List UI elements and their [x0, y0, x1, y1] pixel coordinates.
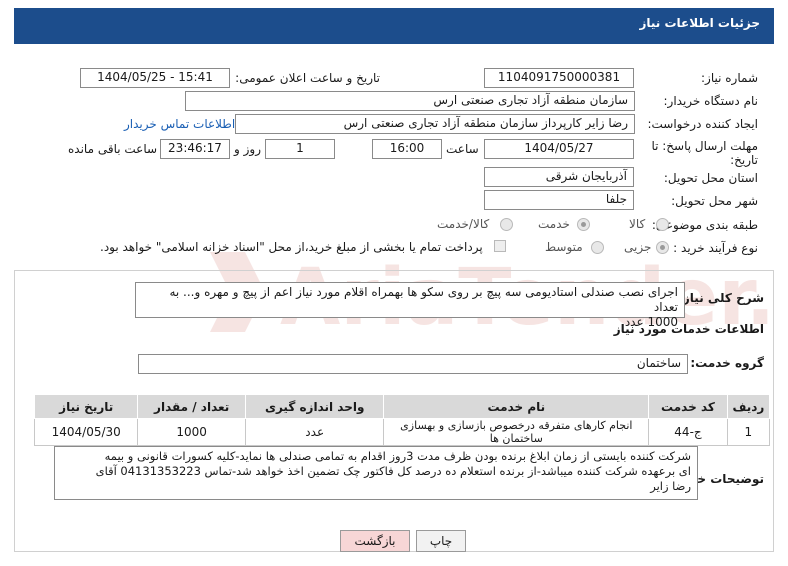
cell-date: 1404/05/30 — [33, 418, 139, 446]
page-title: جزئیات اطلاعات نیاز — [639, 16, 760, 30]
deadline-label: مهلت ارسال پاسخ: تا — [651, 139, 758, 153]
category-radio-both[interactable] — [500, 218, 513, 231]
city-label: شهر محل تحویل: — [671, 194, 758, 208]
cell-code: ج-44 — [648, 418, 728, 446]
remaining-time-field[interactable]: 23:46:17 — [160, 139, 230, 159]
col-name: نام خدمت — [383, 394, 650, 419]
summary-line-1: اجرای نصب صندلی استادیومی سه پیچ بر روی … — [169, 285, 678, 314]
category-option-service: خدمت — [538, 217, 570, 231]
announce-field[interactable]: 1404/05/25 - 15:41 — [80, 68, 230, 88]
creator-field[interactable]: رضا زایر کارپرداز سازمان منطقه آزاد تجار… — [235, 114, 635, 134]
service-group-field[interactable]: ساختمان — [138, 354, 688, 374]
need-number-field[interactable]: 1104091750000381 — [484, 68, 634, 88]
days-label: روز و — [234, 142, 261, 156]
col-row: ردیف — [726, 394, 771, 419]
process-radio-medium[interactable] — [591, 241, 604, 254]
remaining-label: ساعت باقی مانده — [68, 142, 158, 156]
buyer-notes-line-1: شرکت کننده بایستی از زمان ابلاغ برنده بو… — [104, 449, 691, 463]
process-option-medium: متوسط — [545, 240, 583, 254]
cell-qty: 1000 — [137, 418, 246, 446]
deadline-date-field[interactable]: 1404/05/27 — [484, 139, 634, 159]
buyer-org-label: نام دستگاه خریدار: — [663, 94, 759, 108]
province-label: استان محل تحویل: — [663, 171, 758, 185]
print-button[interactable]: چاپ — [416, 530, 466, 552]
contact-info-link[interactable]: اطلاعات تماس خریدار — [124, 117, 235, 131]
category-radio-goods[interactable] — [656, 218, 669, 231]
summary-textarea[interactable]: اجرای نصب صندلی استادیومی سه پیچ بر روی … — [135, 282, 685, 329]
services-header-row: ردیف کد خدمت نام خدمت واحد اندازه گیری ت… — [33, 394, 771, 419]
treasury-checkbox[interactable] — [494, 240, 506, 252]
summary-label: شرح کلی نیاز: — [678, 291, 764, 305]
deadline-time-field[interactable]: 16:00 — [372, 139, 442, 159]
col-qty: تعداد / مقدار — [137, 394, 246, 419]
service-group-label: گروه خدمت: — [690, 356, 764, 370]
announce-label: تاریخ و ساعت اعلان عمومی: — [235, 71, 380, 85]
city-field[interactable]: جلفا — [484, 190, 634, 210]
need-number-label: شماره نیاز: — [701, 71, 758, 85]
process-radio-small[interactable] — [656, 241, 669, 254]
col-unit: واحد اندازه گیری — [244, 394, 385, 419]
days-field[interactable]: 1 — [265, 139, 335, 159]
process-label: نوع فرآیند خرید : — [673, 241, 758, 255]
cell-name: انجام کارهای متفرقه درخصوص بازسازی و بهس… — [383, 418, 650, 446]
creator-label: ایجاد کننده درخواست: — [647, 117, 758, 131]
col-code: کد خدمت — [648, 394, 728, 419]
category-radio-service[interactable] — [577, 218, 590, 231]
buyer-notes-line-2: ای برعهده شرکت کننده میباشد-از برنده است… — [95, 464, 691, 478]
cell-unit: عدد — [244, 418, 385, 446]
table-row: 1 ج-44 انجام کارهای متفرقه درخصوص بازساز… — [33, 418, 771, 446]
buyer-notes-textarea[interactable]: شرکت کننده بایستی از زمان ابلاغ برنده بو… — [54, 446, 698, 500]
deadline-time-label: ساعت — [446, 142, 479, 156]
col-date: تاریخ نیاز — [33, 394, 139, 419]
services-table: ردیف کد خدمت نام خدمت واحد اندازه گیری ت… — [33, 394, 771, 446]
province-field[interactable]: آذربایجان شرقی — [484, 167, 634, 187]
page-header: جزئیات اطلاعات نیاز — [14, 8, 774, 44]
buyer-org-field[interactable]: سازمان منطقه آزاد تجاری صنعتی ارس — [185, 91, 635, 111]
summary-line-2: 1000 عدد — [624, 315, 678, 329]
back-button[interactable]: بازگشت — [340, 530, 410, 552]
buyer-notes-line-3: رضا زایر — [650, 479, 691, 493]
services-title: اطلاعات خدمات مورد نیاز — [613, 322, 764, 336]
process-option-small: جزیی — [624, 240, 652, 254]
payment-note: پرداخت تمام یا بخشی از مبلغ خرید،از محل … — [100, 240, 483, 254]
category-option-goods: کالا — [629, 217, 646, 231]
deadline-label-date: تاریخ: — [730, 153, 758, 167]
cell-row: 1 — [726, 418, 771, 446]
category-option-both: کالا/خدمت — [437, 217, 490, 231]
